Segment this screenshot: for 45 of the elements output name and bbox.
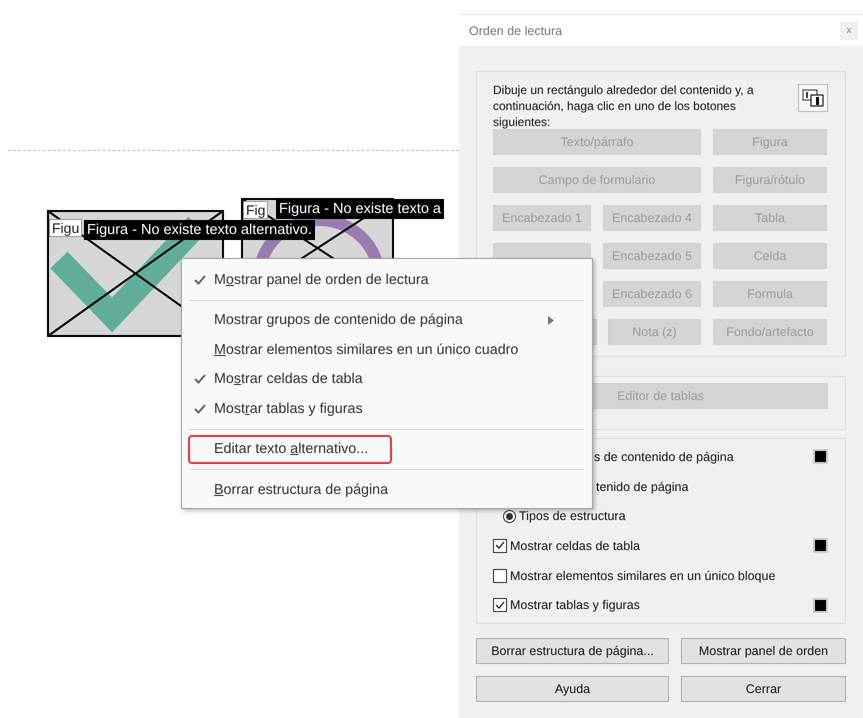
tag-button[interactable]: Figura <box>713 129 827 155</box>
dialog-button[interactable]: Borrar estructura de página... <box>476 638 669 664</box>
close-button[interactable]: x <box>840 22 858 40</box>
reading-order-button[interactable] <box>798 84 828 112</box>
figure-label: Fig <box>243 201 268 219</box>
option-label: Mostrar tablas y figuras <box>510 598 640 612</box>
menu-item[interactable]: Mostrar grupos de contenido de página <box>188 306 584 335</box>
dialog-button[interactable]: Ayuda <box>476 676 669 702</box>
menu-item[interactable]: Editar texto alternativo... <box>188 434 392 464</box>
instructions-text: Dibuje un rectángulo alrededor del contenido y, a continuación, haga clic en uno de los botones siguientes: <box>493 82 755 129</box>
color-swatch[interactable] <box>813 598 828 613</box>
radio-button[interactable] <box>503 510 516 523</box>
tag-button[interactable]: Encabezado 4 <box>603 205 701 231</box>
color-swatch[interactable] <box>813 538 828 554</box>
tag-button[interactable]: Tabla <box>713 205 827 231</box>
tag-button[interactable]: Encabezado 1 <box>493 205 591 231</box>
option-label: Mostrar celdas de tabla <box>510 538 640 553</box>
tag-button[interactable]: Encabezado 5 <box>603 243 701 269</box>
menu-item[interactable]: Borrar estructura de página <box>188 475 584 504</box>
option-label: s de contenido de página <box>594 450 734 464</box>
tag-button[interactable]: Texto/párrafo <box>493 129 701 155</box>
tag-button[interactable]: Campo de formulario <box>493 167 701 193</box>
tag-button[interactable]: Fondo/artefacto <box>713 319 827 345</box>
color-swatch[interactable] <box>813 449 828 464</box>
dialog-title: Orden de lectura <box>469 24 562 38</box>
option-label: Mostrar elementos similares en un único bloque <box>510 568 776 583</box>
tag-button[interactable]: Encabezado 6 <box>603 281 701 307</box>
figure-tooltip: Figura - No existe texto a <box>276 199 444 219</box>
checkbox[interactable] <box>493 568 507 583</box>
figure-tooltip: Figura - No existe texto alternativo. <box>84 220 315 240</box>
reading-order-icon <box>802 89 824 107</box>
figure-label: Figu <box>49 219 82 237</box>
checkbox[interactable] <box>493 538 507 553</box>
dialog-button[interactable]: Mostrar panel de orden <box>681 638 846 664</box>
submenu-arrow-icon <box>548 316 554 325</box>
tag-button[interactable]: Figura/rótulo <box>713 167 827 193</box>
tag-button[interactable]: Nota (z) <box>608 319 701 345</box>
option-label: Tipos de estructura <box>519 509 626 524</box>
checkbox[interactable] <box>493 598 507 612</box>
menu-item[interactable]: Mostrar panel de orden de lectura <box>188 265 584 294</box>
tag-button[interactable]: Formula <box>713 281 827 307</box>
option-label: tenido de página <box>596 480 688 494</box>
menu-item[interactable]: Mostrar elementos similares en un único cuadro <box>188 335 584 364</box>
tag-button[interactable]: Celda <box>713 243 827 269</box>
dialog-button[interactable]: Cerrar <box>681 676 846 702</box>
